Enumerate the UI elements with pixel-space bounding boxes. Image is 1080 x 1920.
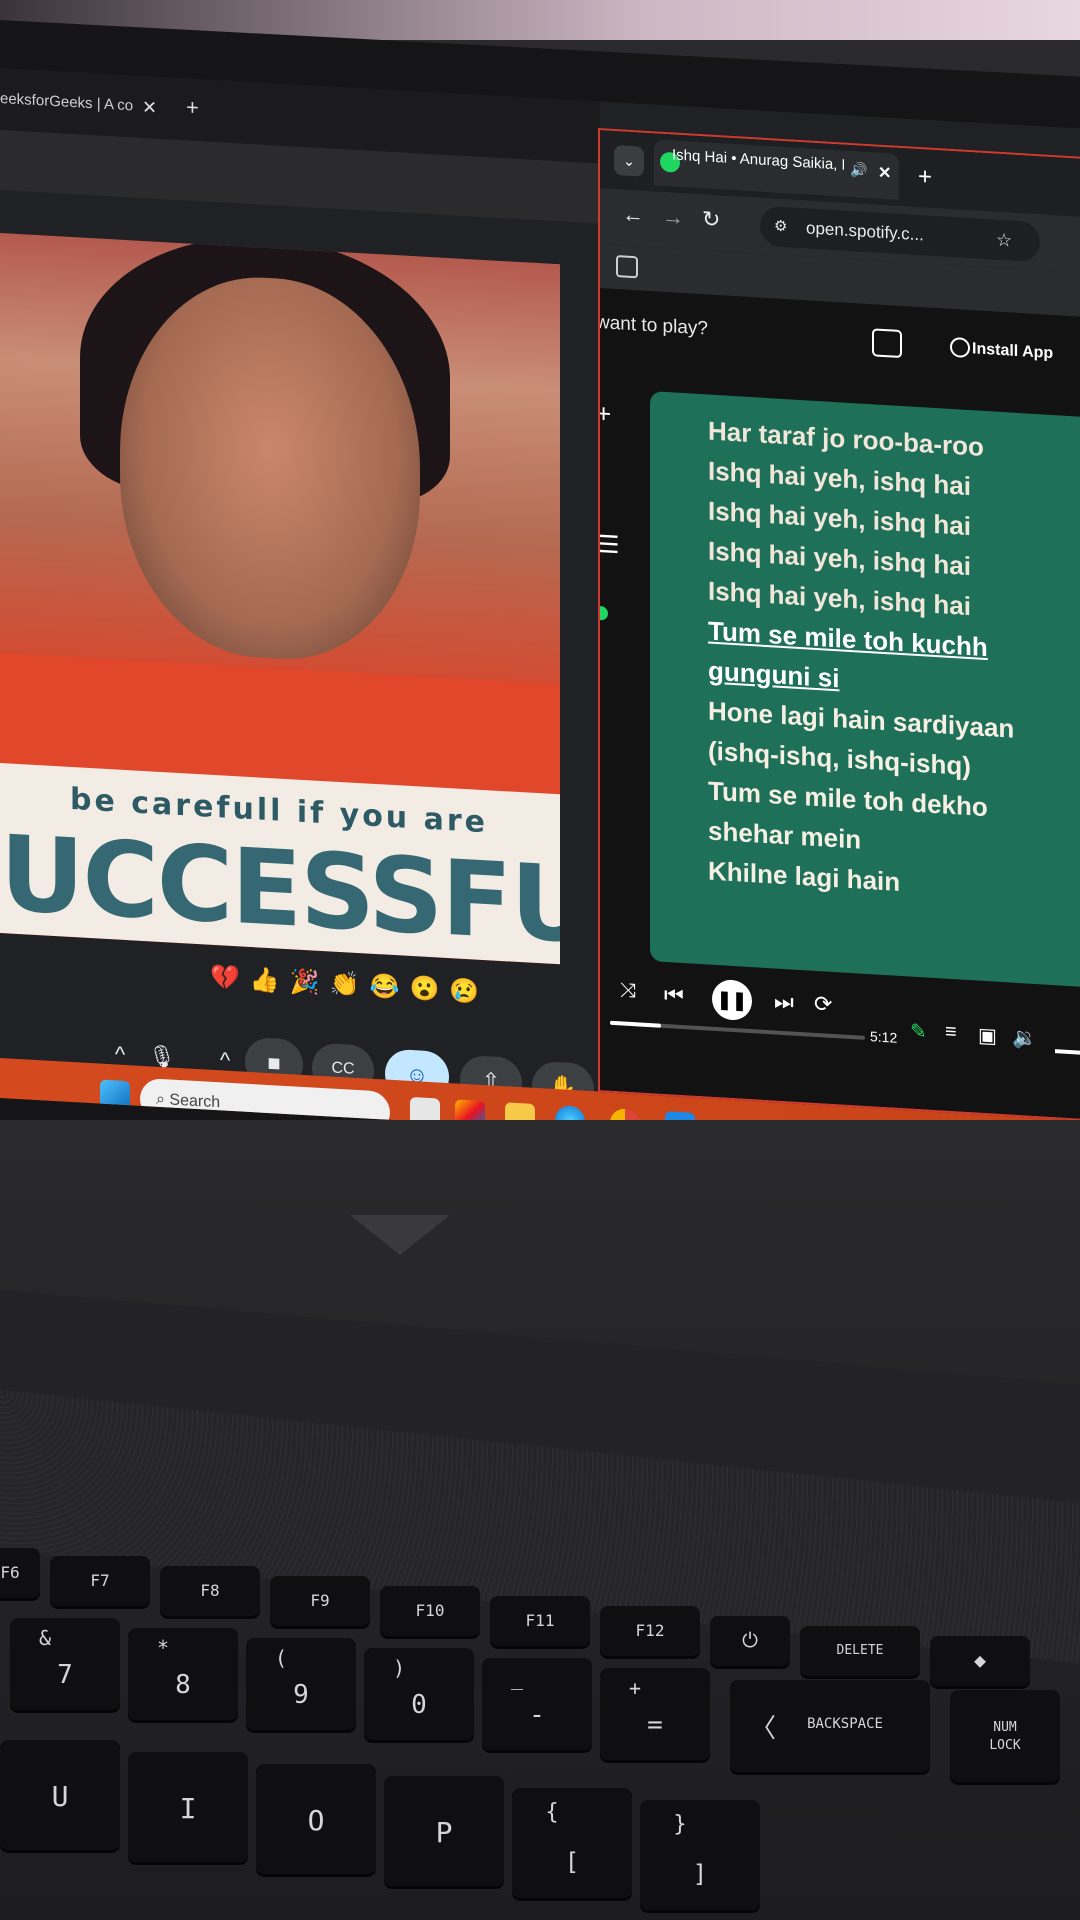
reaction-bar: 💔👍🎉👏😂😮😢 xyxy=(210,954,530,1019)
address-bar[interactable]: ⚙ open.spotify.c... ☆ xyxy=(760,205,1040,263)
key-f10[interactable]: F10 xyxy=(380,1586,480,1636)
key-0[interactable]: ) 0 xyxy=(364,1648,474,1740)
spotify-browser-window: ⌄ 🔊 ✕ Ishq Hai • Anurag Saikia, Ra + ← →… xyxy=(598,128,1080,1122)
key-u[interactable]: U xyxy=(0,1740,120,1850)
download-icon[interactable] xyxy=(950,336,970,359)
progress-bar-fill xyxy=(610,1020,661,1028)
back-arrow-icon[interactable]: ← xyxy=(622,201,644,228)
video-tile: be carefull if you are UCCESSFU xyxy=(0,233,560,965)
volume-slider[interactable] xyxy=(1055,1049,1080,1057)
sad-reaction-icon[interactable]: 😢 xyxy=(449,977,489,1006)
add-icon[interactable]: + xyxy=(598,398,611,430)
party-reaction-icon[interactable]: 🎉 xyxy=(290,968,330,997)
previous-track-icon[interactable]: ⏮ xyxy=(664,982,684,1009)
diamond-icon: ◆ xyxy=(973,1648,987,1672)
key-delete[interactable]: DELETE xyxy=(800,1626,920,1676)
apps-grid-icon[interactable] xyxy=(616,255,638,279)
key-i[interactable]: I xyxy=(128,1752,248,1862)
key-f6[interactable]: F6 xyxy=(0,1548,40,1598)
list-icon[interactable]: ☰ xyxy=(598,530,620,560)
lyrics-mic-icon[interactable]: ✎ xyxy=(910,1019,927,1045)
surprised-reaction-icon[interactable]: 😮 xyxy=(409,975,449,1004)
close-icon[interactable]: ✕ xyxy=(142,90,157,125)
key-f11[interactable]: F11 xyxy=(490,1596,590,1646)
new-tab-button[interactable]: + xyxy=(918,163,932,192)
tab-search-icon[interactable]: ⌄ xyxy=(614,144,644,177)
install-app-button[interactable]: Install App xyxy=(972,340,1053,363)
track-duration: 5:12 xyxy=(870,1028,898,1046)
key-backspace[interactable]: BACKSPACE 〈 xyxy=(730,1680,930,1772)
key-num-lock[interactable]: NUM LOCK xyxy=(950,1690,1060,1782)
key-p[interactable]: P xyxy=(384,1776,504,1886)
key-f7[interactable]: F7 xyxy=(50,1556,150,1606)
key-9[interactable]: (9 xyxy=(246,1638,356,1730)
clap-reaction-icon[interactable]: 👏 xyxy=(330,970,370,999)
shirt-text-line2: UCCESSFU xyxy=(0,812,560,965)
queue-icon[interactable]: ≡ xyxy=(945,1021,957,1045)
next-track-icon[interactable]: ⏭ xyxy=(774,988,794,1015)
key-minus[interactable]: _ - xyxy=(482,1658,592,1750)
key-7[interactable]: & 7 xyxy=(10,1618,120,1710)
new-tab-button[interactable]: + xyxy=(186,90,199,125)
reload-icon[interactable]: ↻ xyxy=(702,206,720,233)
key-diamond[interactable]: ◆ xyxy=(930,1636,1030,1686)
address-bar-text: open.spotify.c... xyxy=(806,218,924,245)
lyrics-panel: Har taraf jo roo-ba-roo Ishq hai yeh, is… xyxy=(650,391,1080,990)
key-f12[interactable]: F12 xyxy=(600,1606,700,1656)
backspace-arrow-icon: 〈 xyxy=(750,1714,777,1744)
power-key[interactable]: ⏻ xyxy=(710,1616,790,1666)
close-icon[interactable]: ✕ xyxy=(878,163,891,184)
key-8[interactable]: * 8 xyxy=(128,1628,238,1720)
heartbreak-reaction-icon[interactable]: 💔 xyxy=(210,964,250,993)
key-f9[interactable]: F9 xyxy=(270,1576,370,1626)
key-right-bracket[interactable]: }] xyxy=(640,1800,760,1910)
laugh-reaction-icon[interactable]: 😂 xyxy=(370,973,410,1002)
repeat-icon[interactable]: ⟳ xyxy=(814,991,832,1018)
connect-device-icon[interactable]: ▣ xyxy=(978,1023,997,1049)
thumbs-up-reaction-icon[interactable]: 👍 xyxy=(250,966,290,995)
key-left-bracket[interactable]: {[ xyxy=(512,1788,632,1898)
key-equals[interactable]: + = xyxy=(600,1668,710,1760)
browse-icon[interactable] xyxy=(872,328,902,359)
laptop-logo xyxy=(350,1215,450,1255)
site-info-icon[interactable]: ⚙ xyxy=(774,206,787,247)
shuffle-icon[interactable]: ⤨ xyxy=(620,979,636,1003)
bookmark-star-icon[interactable]: ☆ xyxy=(996,220,1012,261)
forward-arrow-icon[interactable]: → xyxy=(662,204,684,231)
pause-button[interactable]: ❚❚ xyxy=(712,978,752,1022)
key-f8[interactable]: F8 xyxy=(160,1566,260,1616)
power-icon: ⏻ xyxy=(742,1628,758,1652)
search-input[interactable]: want to play? xyxy=(598,312,708,341)
key-o[interactable]: O xyxy=(256,1764,376,1874)
volume-icon[interactable]: 🔉 xyxy=(1012,1025,1037,1051)
audio-playing-icon[interactable]: 🔊 xyxy=(850,161,867,179)
speaker-playing-icon xyxy=(598,605,608,621)
